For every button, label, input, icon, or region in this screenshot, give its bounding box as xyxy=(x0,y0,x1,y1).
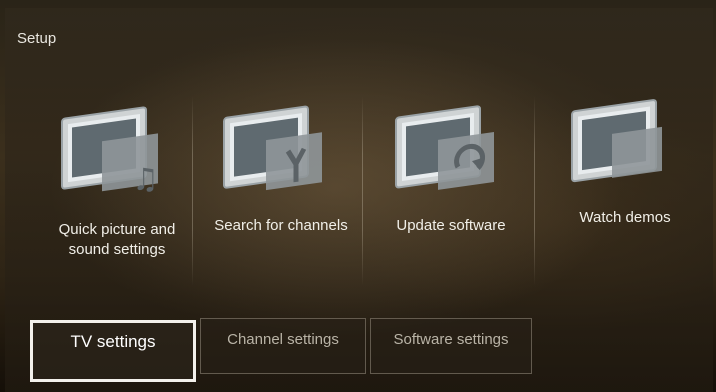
music-note-icon: ♫ xyxy=(61,106,159,199)
refresh-icon xyxy=(395,105,494,190)
tile-update-software[interactable]: Update software xyxy=(366,92,536,277)
tv-setup-screen: Setup ♫ Quick picture and sound settings xyxy=(0,0,716,392)
page-title: Setup xyxy=(17,30,57,47)
tile-quick-picture-sound[interactable]: ♫ Quick picture and sound settings xyxy=(40,92,210,277)
divider xyxy=(192,96,193,286)
tab-channel-settings[interactable]: Channel settings xyxy=(200,318,366,374)
antenna-icon xyxy=(223,105,322,191)
tab-software-settings[interactable]: Software settings xyxy=(370,318,532,374)
tile-label: Quick picture and sound settings xyxy=(58,221,176,258)
divider xyxy=(534,96,535,286)
demo-screen-icon xyxy=(571,99,662,183)
tile-search-channels[interactable]: Search for channels xyxy=(196,92,366,277)
tab-tv-settings[interactable]: TV settings xyxy=(30,320,196,382)
svg-text:♫: ♫ xyxy=(132,160,159,199)
tile-label: Update software xyxy=(396,217,506,234)
tile-label: Watch demos xyxy=(579,209,671,226)
tile-label: Search for channels xyxy=(214,217,348,234)
divider xyxy=(362,96,363,286)
tile-watch-demos[interactable]: Watch demos xyxy=(540,92,710,277)
